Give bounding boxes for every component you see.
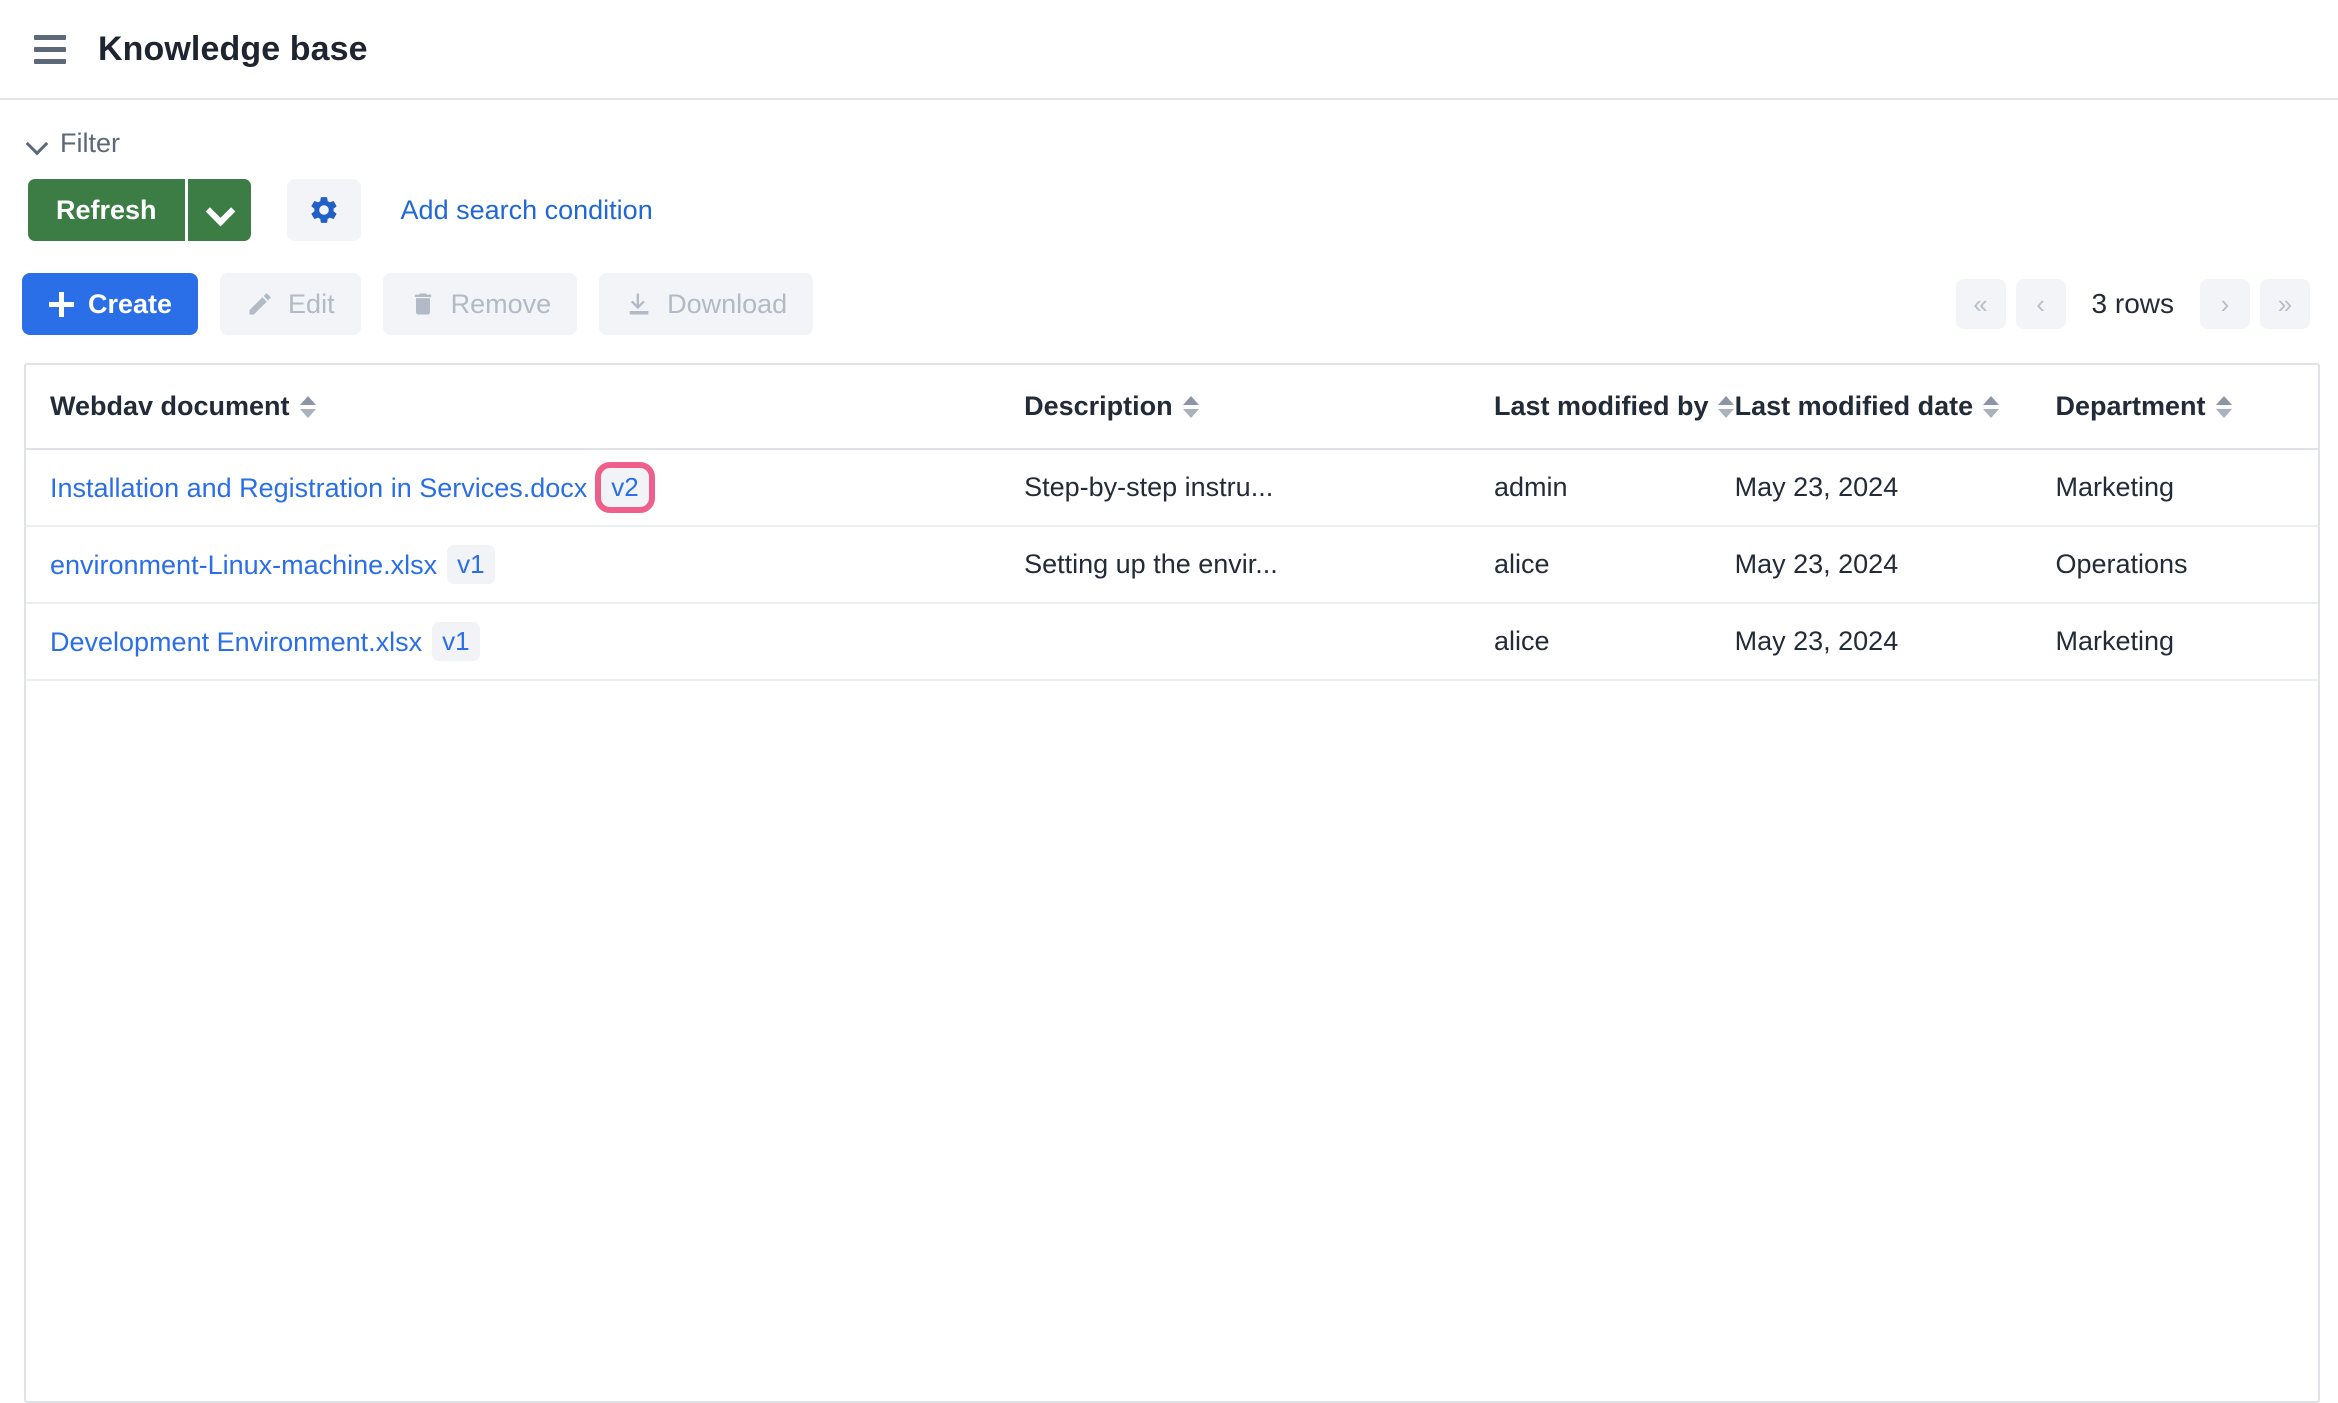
next-page-button[interactable]: ›: [2200, 279, 2250, 329]
refresh-button[interactable]: Refresh: [28, 179, 185, 241]
cell-document: environment-Linux-machine.xlsx v1: [26, 526, 1000, 603]
version-badge[interactable]: v1: [447, 545, 494, 584]
cell-last-modified-date: May 23, 2024: [1711, 449, 2032, 526]
plus-icon: [48, 291, 74, 317]
sort-icon[interactable]: [300, 394, 316, 420]
last-page-button[interactable]: »: [2260, 279, 2310, 329]
column-header-webdav-document[interactable]: Webdav document: [26, 365, 1000, 449]
column-label: Webdav document: [50, 391, 290, 421]
column-header-department[interactable]: Department: [2031, 365, 2318, 449]
action-buttons: Create Edit Remove Download: [22, 273, 813, 335]
edit-button[interactable]: Edit: [220, 273, 361, 335]
sort-icon[interactable]: [1183, 394, 1199, 420]
table-header-row: Webdav document Description Last modifie…: [26, 365, 2318, 449]
row-count-label: 3 rows: [2076, 288, 2190, 320]
column-header-last-modified-by[interactable]: Last modified by: [1470, 365, 1711, 449]
version-badge[interactable]: v2: [601, 468, 648, 507]
cell-description: Setting up the envir...: [1000, 526, 1470, 603]
pencil-icon: [246, 290, 274, 318]
refresh-dropdown-button[interactable]: [185, 179, 251, 241]
pagination: « ‹ 3 rows › »: [1956, 279, 2310, 329]
document-link[interactable]: Development Environment.xlsx: [50, 627, 422, 657]
cell-department: Marketing: [2031, 603, 2318, 680]
prev-page-button[interactable]: ‹: [2016, 279, 2066, 329]
cell-description: Step-by-step instru...: [1000, 449, 1470, 526]
filter-label: Filter: [60, 128, 120, 159]
hamburger-bar: [34, 59, 66, 64]
column-label: Description: [1024, 391, 1173, 421]
sort-icon[interactable]: [2216, 394, 2232, 420]
edit-button-label: Edit: [288, 289, 335, 320]
create-button-label: Create: [88, 289, 172, 320]
download-icon: [625, 290, 653, 318]
cell-last-modified-by: alice: [1470, 526, 1711, 603]
column-label: Last modified date: [1735, 391, 1974, 421]
cell-last-modified-by: admin: [1470, 449, 1711, 526]
download-button-label: Download: [667, 289, 787, 320]
hamburger-icon[interactable]: [30, 29, 70, 69]
table-body: Installation and Registration in Service…: [26, 449, 2318, 680]
table-row[interactable]: Development Environment.xlsx v1 alice May…: [26, 603, 2318, 680]
sort-icon[interactable]: [1718, 394, 1734, 420]
filter-section-toggle[interactable]: Filter: [0, 100, 2338, 154]
action-bar: Create Edit Remove Download « ‹ 3 rows ›…: [0, 241, 2338, 335]
column-label: Department: [2055, 391, 2205, 421]
download-button[interactable]: Download: [599, 273, 813, 335]
hamburger-bar: [34, 47, 66, 52]
document-link[interactable]: environment-Linux-machine.xlsx: [50, 550, 437, 580]
chevron-down-icon[interactable]: [26, 132, 48, 154]
documents-table-container: Webdav document Description Last modifie…: [24, 363, 2320, 1403]
refresh-split-button: Refresh: [28, 179, 251, 241]
cell-document: Installation and Registration in Service…: [26, 449, 1000, 526]
documents-table: Webdav document Description Last modifie…: [26, 365, 2318, 681]
settings-button[interactable]: [287, 179, 361, 241]
app-header: Knowledge base: [0, 0, 2338, 100]
add-search-condition-link[interactable]: Add search condition: [401, 195, 653, 226]
cell-department: Marketing: [2031, 449, 2318, 526]
trash-icon: [409, 290, 437, 318]
cell-document: Development Environment.xlsx v1: [26, 603, 1000, 680]
column-label: Last modified by: [1494, 391, 1709, 421]
filter-toolbar: Refresh Add search condition: [0, 154, 2338, 241]
column-header-last-modified-date[interactable]: Last modified date: [1711, 365, 2032, 449]
gear-icon: [308, 194, 340, 226]
cell-last-modified-date: May 23, 2024: [1711, 526, 2032, 603]
document-link[interactable]: Installation and Registration in Service…: [50, 473, 587, 503]
create-button[interactable]: Create: [22, 273, 198, 335]
page-title: Knowledge base: [98, 30, 368, 69]
cell-description: [1000, 603, 1470, 680]
version-badge[interactable]: v1: [432, 622, 479, 661]
hamburger-bar: [34, 35, 66, 40]
sort-icon[interactable]: [1983, 394, 1999, 420]
table-row[interactable]: Installation and Registration in Service…: [26, 449, 2318, 526]
column-header-description[interactable]: Description: [1000, 365, 1470, 449]
table-header: Webdav document Description Last modifie…: [26, 365, 2318, 449]
chevron-down-icon: [208, 199, 230, 221]
first-page-button[interactable]: «: [1956, 279, 2006, 329]
remove-button-label: Remove: [451, 289, 552, 320]
cell-last-modified-date: May 23, 2024: [1711, 603, 2032, 680]
cell-last-modified-by: alice: [1470, 603, 1711, 680]
remove-button[interactable]: Remove: [383, 273, 578, 335]
cell-department: Operations: [2031, 526, 2318, 603]
table-row[interactable]: environment-Linux-machine.xlsx v1 Setting…: [26, 526, 2318, 603]
